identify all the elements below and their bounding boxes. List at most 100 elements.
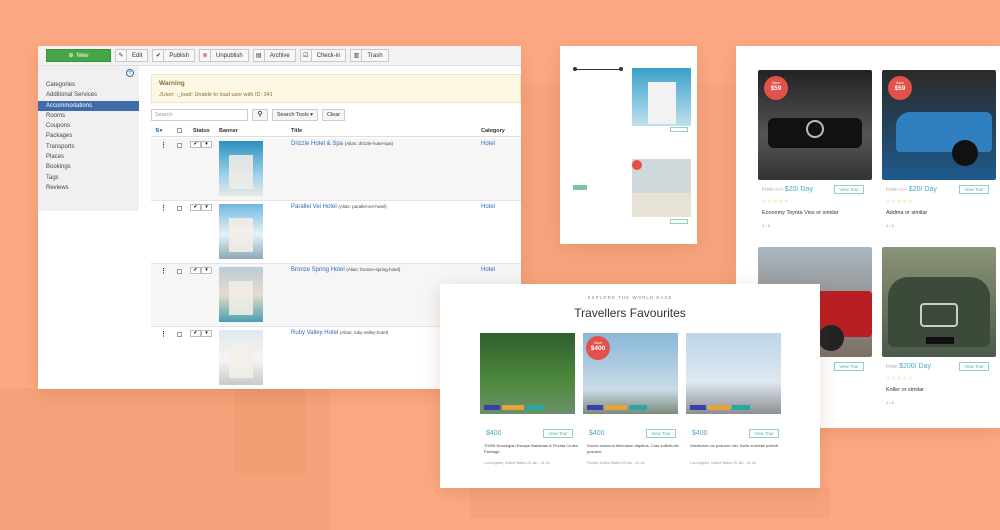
tour-description[interactable]: 7D/5N Norwegian Escape Bahamas & Florida… bbox=[484, 443, 579, 455]
check-icon: ✔ bbox=[153, 50, 165, 61]
car-price: From $99 $20/ Day bbox=[886, 186, 937, 193]
row-category[interactable]: Hotel bbox=[481, 141, 495, 147]
status-toggle[interactable]: ✔ ▾ bbox=[190, 267, 212, 274]
check-icon: ✔ bbox=[190, 141, 201, 148]
listing-preview bbox=[560, 46, 697, 244]
tag-badge bbox=[629, 405, 647, 410]
row-title-link[interactable]: Bronze Spring Hotel (Alias: bronze-sprin… bbox=[291, 267, 400, 273]
row-alias: (Alias: ruby-valley-hotel) bbox=[339, 330, 389, 335]
view-tour-button[interactable]: View Tour bbox=[834, 185, 864, 194]
sort-icon[interactable]: ⇅▾ bbox=[155, 128, 162, 134]
filter-bar: Search ⚲ Search Tools ▾ Clear bbox=[151, 109, 346, 121]
sidebar-item[interactable]: Coupons bbox=[38, 121, 139, 131]
archive-button[interactable]: ▤ Archive bbox=[252, 49, 296, 62]
check-icon: ✔ bbox=[190, 267, 201, 274]
column-category[interactable]: Category bbox=[481, 128, 505, 134]
sidebar-item[interactable]: Reviews bbox=[38, 183, 139, 193]
slider-handle[interactable] bbox=[573, 67, 577, 71]
check-icon: ✔ bbox=[190, 330, 201, 337]
tour-description[interactable]: Donec euismod bibendum dapibus. Cras sol… bbox=[587, 443, 682, 455]
search-tools-button[interactable]: Search Tools ▾ bbox=[272, 109, 318, 121]
column-status[interactable]: Status bbox=[193, 128, 210, 134]
trash-button[interactable]: ▥ Trash bbox=[350, 49, 389, 62]
sidebar-item[interactable]: Rooms bbox=[38, 111, 139, 121]
check-icon: ✔ bbox=[190, 204, 201, 211]
car-name[interactable]: Addma or similar bbox=[886, 210, 927, 216]
view-tour-button[interactable]: View Tour bbox=[959, 362, 989, 371]
car-name[interactable]: Koller or similar bbox=[886, 387, 924, 393]
row-title-link[interactable]: Ruby Valley Hotel (Alias: ruby-valley-ho… bbox=[291, 330, 388, 336]
tour-description[interactable]: Vestibulum ac posuere nisi. Nulla molest… bbox=[690, 443, 785, 449]
row-checkbox[interactable] bbox=[177, 269, 182, 274]
tour-price: $400 bbox=[692, 430, 708, 437]
view-button[interactable] bbox=[670, 127, 688, 132]
tour-card[interactable]: Save $400 $400 View Tour Donec euismod bi… bbox=[583, 333, 679, 465]
car-card[interactable] bbox=[882, 247, 996, 357]
tour-image bbox=[480, 333, 575, 414]
search-icon: ⚲ bbox=[257, 111, 263, 118]
row-actions-icon[interactable]: ⋮ bbox=[160, 330, 167, 338]
view-tour-button[interactable]: View Tour bbox=[543, 429, 573, 438]
car-image bbox=[882, 247, 996, 357]
row-category[interactable]: Hotel bbox=[481, 267, 495, 273]
slider-handle[interactable] bbox=[619, 67, 623, 71]
car-card[interactable]: Save $59 bbox=[758, 70, 872, 180]
row-alias: (Alias: bronze-spring-hotel) bbox=[346, 267, 401, 272]
price-slider[interactable] bbox=[573, 69, 623, 70]
search-button[interactable]: ⚲ bbox=[252, 109, 268, 121]
section-title: Travellers Favourites bbox=[574, 306, 686, 320]
status-toggle[interactable]: ✔ ▾ bbox=[190, 330, 212, 337]
status-toggle[interactable]: ✔ ▾ bbox=[190, 204, 212, 211]
row-category[interactable]: Hotel bbox=[481, 204, 495, 210]
view-tour-button[interactable]: View Tour bbox=[749, 429, 779, 438]
sidebar-item[interactable]: Categories bbox=[38, 80, 139, 90]
sidebar-item[interactable]: Additional Services bbox=[38, 90, 139, 100]
sidebar-item[interactable]: Tags bbox=[38, 173, 139, 183]
chevron-down-icon: ▾ bbox=[201, 141, 212, 148]
sidebar-item[interactable]: Accommodations bbox=[38, 100, 139, 111]
car-name[interactable]: Economy Toyota Vios or similar bbox=[762, 210, 839, 216]
tag-badge bbox=[732, 405, 750, 410]
row-alias: (Alias: drizzle-hotel-spa) bbox=[344, 141, 393, 146]
edit-button[interactable]: ✎ Edit bbox=[115, 49, 149, 62]
toggle-sidebar-icon[interactable]: + bbox=[126, 69, 134, 77]
checkin-button[interactable]: ☑ Check-in bbox=[299, 49, 347, 62]
rating-stars: ☆☆☆☆☆ bbox=[886, 376, 914, 382]
select-all-checkbox[interactable] bbox=[177, 128, 182, 133]
hotel-image bbox=[632, 68, 691, 126]
new-button[interactable]: ⊕ New bbox=[46, 49, 111, 62]
row-actions-icon[interactable]: ⋮ bbox=[160, 141, 167, 149]
tour-card[interactable]: $400 View Tour Vestibulum ac posuere nis… bbox=[686, 333, 781, 465]
column-title[interactable]: Title bbox=[291, 128, 302, 134]
toolbar: ⊕ New ✎ Edit ✔ Publish ⊗ Unpublish ▤ Archive … bbox=[38, 46, 521, 66]
discount-badge bbox=[632, 160, 642, 170]
tag-badge bbox=[708, 405, 730, 410]
view-tour-button[interactable]: View Tour bbox=[646, 429, 676, 438]
sidebar-item[interactable]: Bookings bbox=[38, 162, 139, 172]
tag-badge bbox=[605, 405, 627, 410]
status-toggle[interactable]: ✔ ▾ bbox=[190, 141, 212, 148]
sidebar-item[interactable]: Packages bbox=[38, 131, 139, 141]
sidebar-item[interactable]: Places bbox=[38, 152, 139, 162]
row-checkbox[interactable] bbox=[177, 206, 182, 211]
publish-button[interactable]: ✔ Publish bbox=[152, 49, 196, 62]
tour-meta: Los Angeles, United States 25 Jan - 31 J… bbox=[484, 461, 550, 465]
view-button[interactable] bbox=[670, 219, 688, 224]
row-checkbox[interactable] bbox=[177, 143, 182, 148]
unpublish-button[interactable]: ⊗ Unpublish bbox=[199, 49, 249, 62]
tour-card[interactable]: $400 View Tour 7D/5N Norwegian Escape Ba… bbox=[480, 333, 578, 465]
row-actions-icon[interactable]: ⋮ bbox=[160, 267, 167, 275]
search-input[interactable]: Search bbox=[151, 109, 248, 121]
car-price: From $200/ Day bbox=[886, 363, 931, 370]
row-actions-icon[interactable]: ⋮ bbox=[160, 204, 167, 212]
view-tour-button[interactable]: View Tour bbox=[834, 362, 864, 371]
clear-button[interactable]: Clear bbox=[321, 109, 346, 121]
rating-stars: ☆☆☆☆☆ bbox=[886, 199, 914, 205]
view-tour-button[interactable]: View Tour bbox=[959, 185, 989, 194]
car-card[interactable]: Save $59 bbox=[882, 70, 996, 180]
sidebar-item[interactable]: Transports bbox=[38, 142, 139, 152]
filter-button[interactable] bbox=[573, 185, 587, 190]
row-checkbox[interactable] bbox=[177, 332, 182, 337]
row-title-link[interactable]: Drizzle Hotel & Spa (Alias: drizzle-hote… bbox=[291, 141, 393, 147]
row-title-link[interactable]: Parallel Vei Hotel (Alias: parallel-vei-… bbox=[291, 204, 387, 210]
